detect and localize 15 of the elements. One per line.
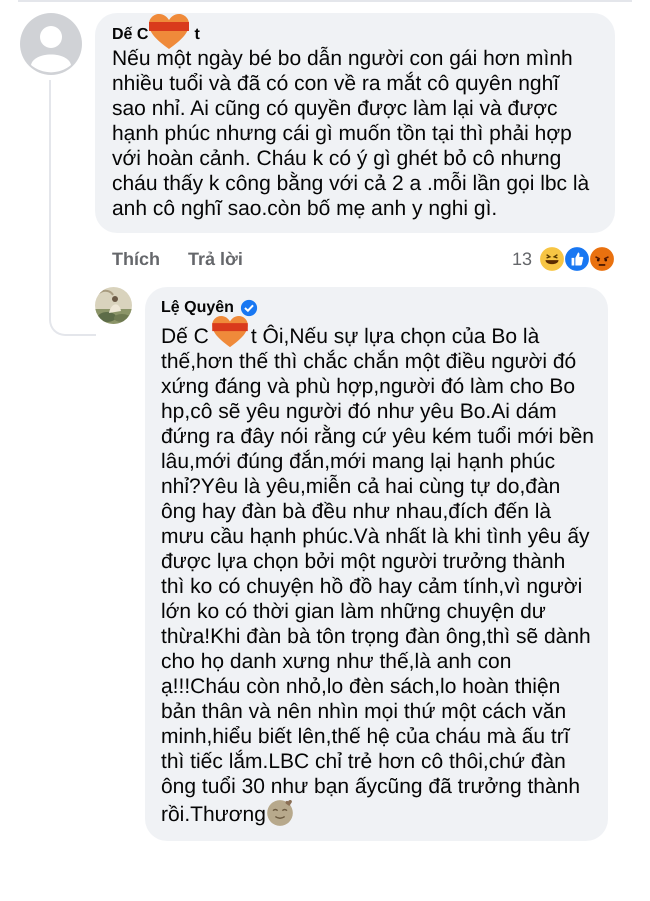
- comment-text: Nếu một ngày bé bo dẫn người con gái hơn mình nhiều tuổi và đã có con về ra mắt cô quyên nghĩ sao nhỉ. Ai cũng có quyền được làm lại và được hạnh phúc nhưng cái gì muốn tồn tại thì phải hợp với hoàn cảnh. Cháu k có ý gì ghét bỏ cô nhưng cháu thấy k công bằng với cả 2 a .mỗi lần gọi lbc là anh cô nghĩ sao.còn bố mẹ anh y nghi gì.: [112, 46, 590, 221]
- author-name: Lệ Quyên: [161, 299, 234, 317]
- heart-sticker-icon: [149, 13, 190, 51]
- angry-reaction-icon: [589, 246, 615, 272]
- action-link[interactable]: Trả lời: [188, 248, 243, 270]
- reply-text: Dế C t Ôi,Nếu sự lựa chọn của Bo là thế,hơn thế thì chắc chắn một điều người đó xứng đáng và phù hợp,người đó làm cho Bo hp,cô sẽ yêu người đó như yêu Bo.Ai dám đứng ra đây nói rằng cứ yêu kém tuổi mới bền lâu,mới đúng đắn,mới mang lại hạnh phúc nhỉ?Yêu là yêu,miễn cả hai cùng tự do,đàn ông hay đàn bà đều như nhau,đích đến là mưu cầu hạnh phúc.Và nhất là khi tình yêu ấy được lựa chọn bởi một người trưởng thành thì ko có chuyện hồ đồ hay cảm tính,vì người lớn ko có thời gian làm những chuyện dư thừa!Khi đàn bà tôn trọng đàn ông,thì sẽ dành cho họ danh xưng như thế,là anh con ạ!!!Cháu còn nhỏ,lo đèn sách,lo hoàn thiện bản thân và nên nhìn mọi thứ một cách văn minh,hiểu biết lên,thế hệ của cháu mà ấu trĩ thì tiếc lắm.LBC chỉ trẻ hơn cô thôi,chứ đàn ông tuổi 30 như bạn ấycũng đã trưởng thành rồi.Thương: [161, 322, 594, 827]
- haha-reaction-icon: [539, 246, 565, 272]
- author-name: Dế C: [112, 26, 148, 44]
- avatar-icon: [20, 13, 82, 75]
- heart-sticker-icon: [210, 316, 250, 348]
- smiling-face-icon: [266, 799, 294, 827]
- like-reaction-icon: [564, 246, 590, 272]
- reaction-count: 13: [512, 248, 532, 270]
- author-name: t: [194, 26, 200, 44]
- action-link[interactable]: Thích: [112, 248, 160, 270]
